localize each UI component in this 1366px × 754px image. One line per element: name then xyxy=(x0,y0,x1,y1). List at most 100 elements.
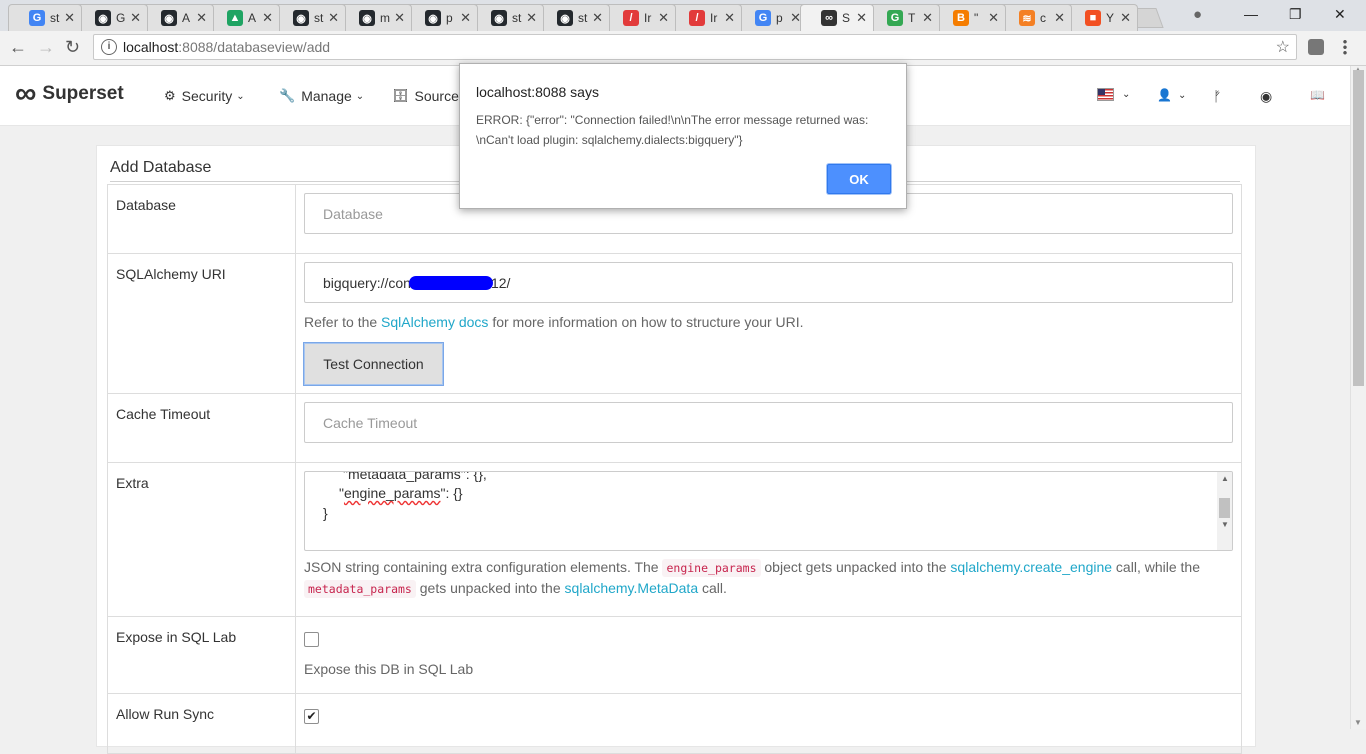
browser-tab[interactable]: ▲ A ✕ xyxy=(206,4,280,31)
tab-close-icon[interactable]: ✕ xyxy=(724,10,735,26)
cache-timeout-input[interactable]: Cache Timeout xyxy=(304,402,1233,443)
tab-favicon-icon: ▲ xyxy=(227,10,243,26)
browser-tab[interactable]: ◉ st ✕ xyxy=(470,4,544,31)
extra-help-1: JSON string containing extra configurati… xyxy=(304,559,663,575)
tab-close-icon[interactable]: ✕ xyxy=(592,10,603,26)
uri-help-before: Refer to the xyxy=(304,314,382,330)
version-branch-icon[interactable]: ᚠ xyxy=(1213,88,1221,104)
tab-favicon-icon: ◉ xyxy=(359,10,375,26)
extra-help-text: JSON string containing extra configurati… xyxy=(304,557,1233,599)
tab-title: " xyxy=(974,11,979,25)
browser-tab-strip: ■ Y ✕ ≋ c ✕ B " ✕ G T ✕ ∞ S ✕ Gp ✕ / Ir ✕ / Ir ✕ ◉ st ✕ ◉ st ✕ ◉ p ✕ ◉ m ✕… xyxy=(0,0,1366,32)
forward-button[interactable]: → xyxy=(37,37,55,58)
ok-button[interactable]: OK xyxy=(827,164,891,194)
back-button[interactable]: ← xyxy=(9,37,27,58)
site-info-icon[interactable]: i xyxy=(101,39,117,55)
browser-tab[interactable]: ■ Y ✕ xyxy=(1064,4,1138,31)
github-icon[interactable]: ◉ xyxy=(1260,88,1272,105)
tab-title: m xyxy=(380,11,390,25)
tab-favicon-icon: ■ xyxy=(1085,10,1101,26)
sqlalchemy-docs-link[interactable]: SqlAlchemy docs xyxy=(381,314,488,330)
browser-tab[interactable]: ∞ S ✕ xyxy=(800,4,874,31)
page-scrollbar-thumb[interactable] xyxy=(1353,70,1364,386)
tab-favicon-icon: G xyxy=(29,10,45,26)
extension-icon[interactable] xyxy=(1308,39,1324,55)
tab-close-icon[interactable]: ✕ xyxy=(328,10,339,26)
brand[interactable]: ∞ Superset xyxy=(15,77,124,110)
scroll-up-arrow-icon[interactable]: ▲ xyxy=(1221,474,1229,483)
url-path: :8088/databaseview/add xyxy=(178,39,331,55)
tab-title: Ir xyxy=(710,11,718,25)
tab-close-icon[interactable]: ✕ xyxy=(64,10,75,26)
dialog-message: ERROR: {"error": "Connection failed!\n\n… xyxy=(476,110,896,150)
close-window-button[interactable]: ✕ xyxy=(1334,0,1346,28)
bookmark-star-icon[interactable]: ☆ xyxy=(1276,37,1290,57)
browser-tab[interactable]: ◉ m ✕ xyxy=(338,4,412,31)
tab-close-icon[interactable]: ✕ xyxy=(658,10,669,26)
tab-close-icon[interactable]: ✕ xyxy=(196,10,207,26)
tab-title: p xyxy=(776,11,783,25)
tab-title: A xyxy=(248,11,257,25)
tab-close-icon[interactable]: ✕ xyxy=(130,10,141,26)
tab-close-icon[interactable]: ✕ xyxy=(1120,10,1131,26)
browser-tab[interactable]: ◉ st ✕ xyxy=(536,4,610,31)
tab-close-icon[interactable]: ✕ xyxy=(262,10,273,26)
language-selector[interactable]: ⌄ xyxy=(1097,88,1130,101)
tab-title: Ir xyxy=(644,11,652,25)
menu-sources[interactable]: 🗄 Sources xyxy=(392,88,466,104)
address-bar[interactable]: i localhost:8088/databaseview/add ☆ xyxy=(93,34,1297,60)
database-icon: 🗄 xyxy=(392,88,409,103)
tab-close-icon[interactable]: ✕ xyxy=(922,10,933,26)
allow-run-sync-checkbox[interactable]: ✔ xyxy=(304,709,319,724)
scroll-down-arrow-icon[interactable]: ▼ xyxy=(1354,718,1362,727)
tab-favicon-icon: ◉ xyxy=(557,10,573,26)
tab-close-icon[interactable]: ✕ xyxy=(526,10,537,26)
menu-security[interactable]: ⚙ Security ⌄ xyxy=(164,88,245,104)
page-scrollbar[interactable]: ▲ ▼ xyxy=(1350,65,1366,729)
tab-close-icon[interactable]: ✕ xyxy=(1054,10,1065,26)
test-connection-button[interactable]: Test Connection xyxy=(303,342,444,386)
tab-close-icon[interactable]: ✕ xyxy=(856,10,867,26)
sqlalchemy-uri-input[interactable]: bigquery://con 12/ xyxy=(304,262,1233,303)
browser-tab[interactable]: G T ✕ xyxy=(866,4,940,31)
chrome-menu-icon[interactable] xyxy=(1343,39,1347,55)
menu-manage[interactable]: 🔧 Manage ⌄ xyxy=(279,88,364,104)
browser-tab[interactable]: ◉ A ✕ xyxy=(140,4,214,31)
tab-favicon-icon: ◉ xyxy=(293,10,309,26)
browser-tab[interactable]: B " ✕ xyxy=(932,4,1006,31)
browser-tab[interactable]: / Ir ✕ xyxy=(668,4,742,31)
browser-tab[interactable]: ◉ st ✕ xyxy=(272,4,346,31)
metadata-params-code: metadata_params xyxy=(304,580,416,598)
tab-favicon-icon: G xyxy=(887,10,903,26)
textarea-scrollbar-thumb[interactable] xyxy=(1219,498,1230,518)
tab-close-icon[interactable]: ✕ xyxy=(988,10,999,26)
browser-tab[interactable]: Gp ✕ xyxy=(734,4,808,31)
textarea-scrollbar[interactable]: ▲ ▼ xyxy=(1217,472,1232,550)
metadata-link[interactable]: sqlalchemy.MetaData xyxy=(565,580,699,596)
tab-title: st xyxy=(314,11,324,25)
brand-name: Superset xyxy=(42,83,124,104)
tab-title: Y xyxy=(1106,11,1115,25)
tab-favicon-icon: ◉ xyxy=(95,10,111,26)
docs-book-icon[interactable]: 📖 xyxy=(1310,88,1325,102)
browser-tab[interactable]: / Ir ✕ xyxy=(602,4,676,31)
profile-icon[interactable]: ● xyxy=(1193,0,1202,28)
tab-close-icon[interactable]: ✕ xyxy=(460,10,471,26)
extra-help-2: object gets unpacked into the xyxy=(760,559,951,575)
extra-textarea[interactable]: "metadata_params": {}, "engine_params": … xyxy=(304,471,1233,551)
us-flag-icon xyxy=(1097,88,1114,101)
browser-tab[interactable]: Gst ✕ xyxy=(8,4,82,31)
reload-button[interactable]: ↻ xyxy=(65,37,80,58)
tab-title: st xyxy=(578,11,588,25)
restore-button[interactable]: ❐ xyxy=(1289,0,1302,28)
superset-logo-icon: ∞ xyxy=(15,77,37,110)
browser-tab[interactable]: ◉ p ✕ xyxy=(404,4,478,31)
minimize-button[interactable]: — xyxy=(1244,0,1258,28)
tab-close-icon[interactable]: ✕ xyxy=(394,10,405,26)
browser-tab[interactable]: ◉ G ✕ xyxy=(74,4,148,31)
create-engine-link[interactable]: sqlalchemy.create_engine xyxy=(950,559,1112,575)
user-menu[interactable]: 👤 ⌄ xyxy=(1157,88,1186,102)
expose-sql-lab-checkbox[interactable] xyxy=(304,632,319,647)
scroll-down-arrow-icon[interactable]: ▼ xyxy=(1221,520,1229,529)
browser-tab[interactable]: ≋ c ✕ xyxy=(998,4,1072,31)
